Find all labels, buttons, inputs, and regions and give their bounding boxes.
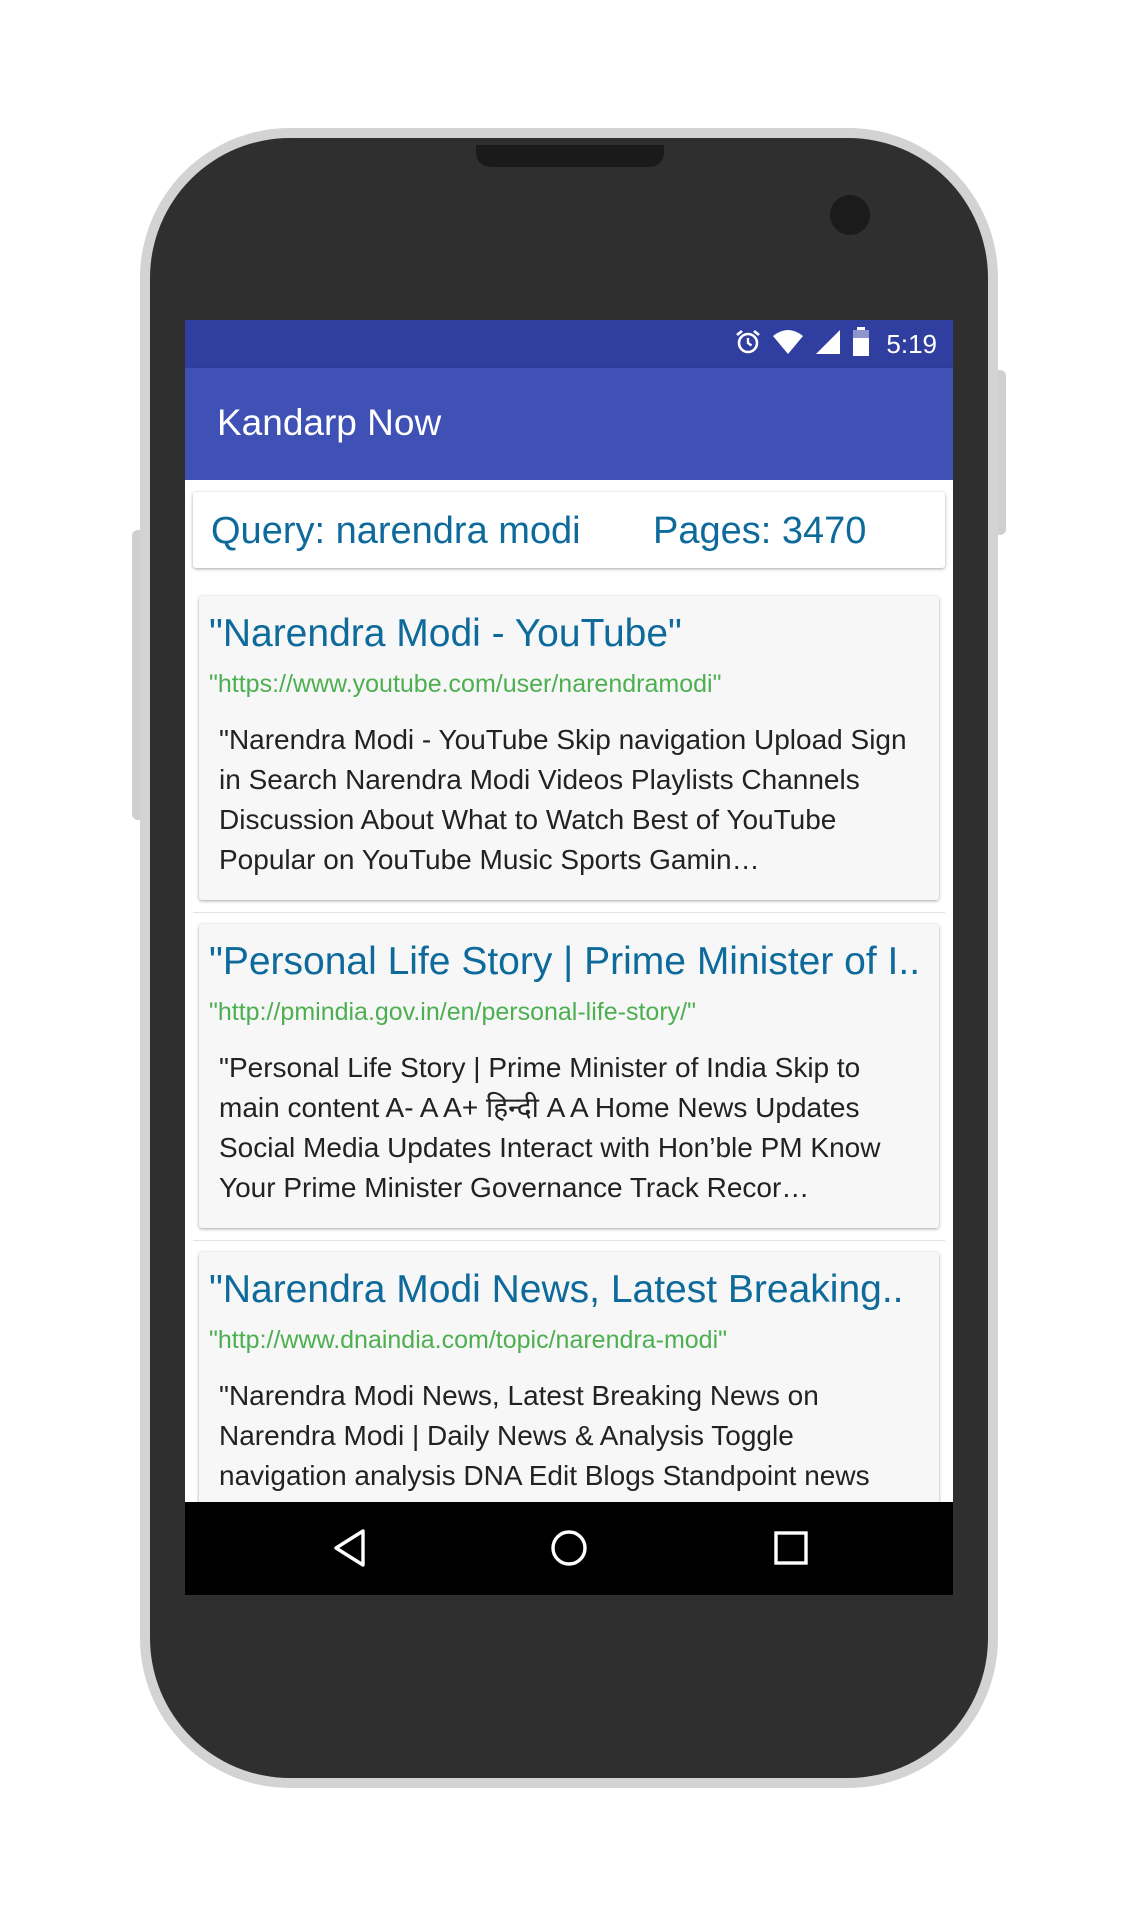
signal-icon: [814, 328, 842, 361]
divider: [193, 912, 945, 913]
app-title: Kandarp Now: [217, 402, 442, 443]
front-camera: [830, 195, 870, 235]
battery-icon: [852, 326, 870, 362]
result-title[interactable]: "Personal Life Story | Prime Minister of…: [209, 940, 929, 984]
result-snippet: "Narendra Modi News, Latest Breaking New…: [219, 1380, 870, 1491]
earpiece-speaker: [476, 145, 664, 167]
query-summary-card: Query: narendra modi Pages: 3470: [193, 492, 945, 568]
result-card[interactable]: "Narendra Modi News, Latest Breaking.. "…: [199, 1252, 939, 1502]
navigation-bar: [185, 1502, 953, 1595]
result-snippet: "Personal Life Story | Prime Minister of…: [219, 1052, 881, 1203]
result-url[interactable]: "http://pmindia.gov.in/en/personal-life-…: [209, 998, 929, 1027]
status-time: 5:19: [886, 328, 937, 359]
result-card[interactable]: "Personal Life Story | Prime Minister of…: [199, 924, 939, 1228]
status-icons: 5:19: [734, 320, 937, 368]
result-url[interactable]: "http://www.dnaindia.com/topic/narendra-…: [209, 1326, 929, 1355]
back-icon[interactable]: [325, 1524, 373, 1572]
status-bar: 5:19: [185, 320, 953, 368]
results-list[interactable]: Query: narendra modi Pages: 3470 "Narend…: [185, 480, 953, 1502]
result-card[interactable]: "Narendra Modi - YouTube" "https://www.y…: [199, 596, 939, 900]
result-snippet: "Narendra Modi - YouTube Skip navigation…: [219, 724, 907, 875]
screen: 5:19 Kandarp Now Query: narendra modi Pa…: [185, 320, 953, 1595]
recents-icon[interactable]: [767, 1524, 815, 1572]
device-frame: 5:19 Kandarp Now Query: narendra modi Pa…: [0, 0, 1140, 1920]
query-label: Query: narendra modi: [211, 510, 581, 552]
result-title[interactable]: "Narendra Modi - YouTube": [209, 612, 929, 656]
result-title[interactable]: "Narendra Modi News, Latest Breaking..: [209, 1268, 929, 1312]
divider: [193, 1240, 945, 1241]
alarm-icon: [734, 328, 762, 361]
pages-count-label: Pages: 3470: [653, 510, 867, 552]
app-bar: Kandarp Now: [185, 368, 953, 480]
result-url[interactable]: "https://www.youtube.com/user/narendramo…: [209, 670, 929, 699]
wifi-icon: [772, 328, 804, 361]
home-icon[interactable]: [545, 1524, 593, 1572]
